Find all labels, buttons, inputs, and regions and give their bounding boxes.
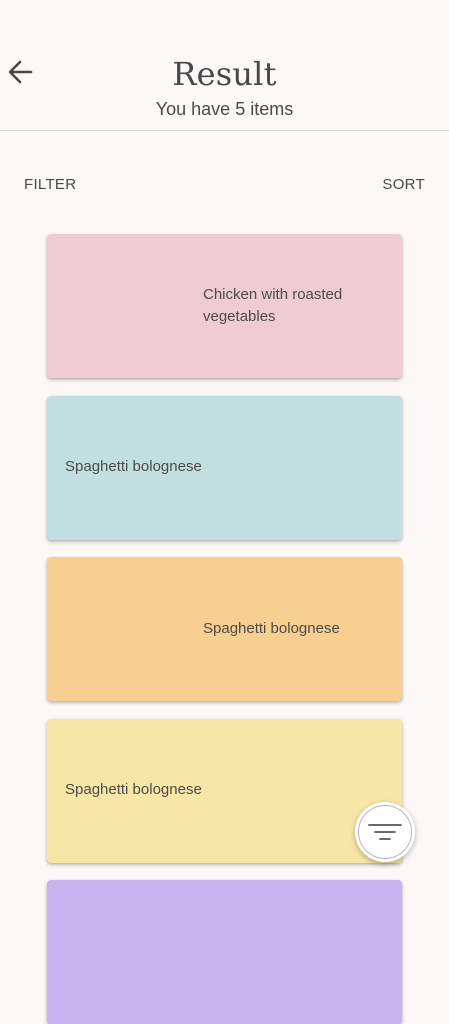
- filter-lines-icon: [368, 824, 402, 840]
- filter-fab-button[interactable]: [355, 802, 415, 862]
- recipe-card[interactable]: [47, 880, 402, 1024]
- recipe-card-title: Spaghetti bolognese: [65, 458, 202, 475]
- filter-button[interactable]: FILTER: [24, 175, 76, 195]
- recipe-card-title: Chicken with roasted vegetables: [203, 286, 343, 325]
- recipe-card-title: Spaghetti bolognese: [65, 781, 202, 798]
- recipe-card[interactable]: Chicken with roasted vegetables: [47, 234, 402, 378]
- item-count-subtitle: You have 5 items: [155, 99, 294, 119]
- recipe-card[interactable]: Spaghetti bolognese: [47, 557, 402, 701]
- recipe-card[interactable]: Spaghetti bolognese: [47, 396, 402, 540]
- filter-fab-ring: [358, 805, 412, 859]
- app-header: Result You have 5 items: [0, 0, 449, 131]
- page-title: Result: [172, 55, 277, 93]
- recipe-card[interactable]: Spaghetti bolognese: [47, 719, 402, 863]
- sort-button[interactable]: SORT: [382, 175, 425, 195]
- recipe-card-title: Spaghetti bolognese: [203, 620, 340, 637]
